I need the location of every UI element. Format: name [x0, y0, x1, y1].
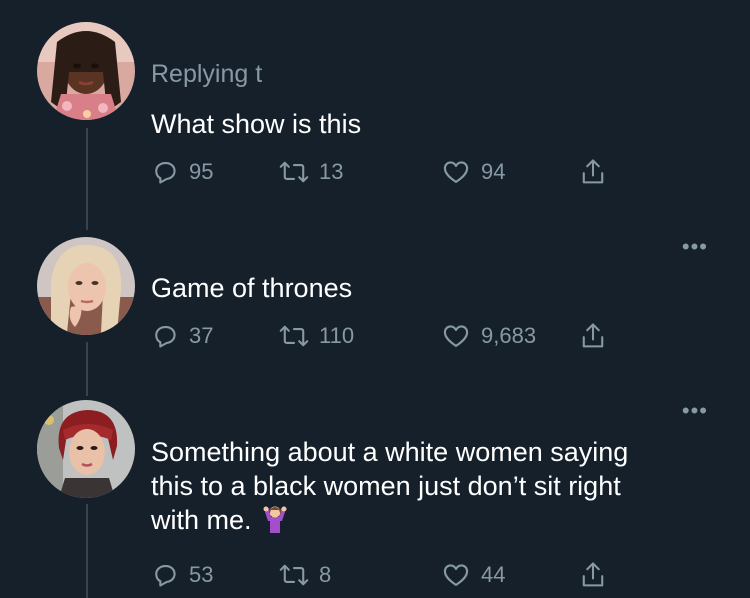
tweet-actions: 37 110 9,683 [151, 318, 631, 354]
avatar[interactable] [37, 400, 135, 498]
retweet-count: 13 [319, 159, 344, 184]
thread-line [86, 342, 88, 396]
reply-count: 53 [189, 562, 214, 587]
share-icon [579, 560, 607, 590]
reply-icon [151, 561, 179, 589]
heart-icon [441, 322, 471, 350]
retweet-icon [279, 158, 309, 186]
woman-shrugging-emoji [260, 503, 290, 541]
tweet-text: Something about a white women saying thi… [151, 435, 711, 541]
reply-icon [151, 322, 179, 350]
reply-button[interactable]: 95 [151, 154, 213, 190]
tweet-text: What show is this [151, 109, 362, 139]
heart-icon [441, 158, 471, 186]
reply-button[interactable]: 37 [151, 318, 213, 354]
avatar[interactable] [37, 22, 135, 120]
more-options-button[interactable]: ••• [682, 400, 708, 422]
avatar[interactable] [37, 237, 135, 335]
tweet-text-line: Something about a white women saying [151, 437, 629, 467]
reply-icon [151, 158, 179, 186]
heart-icon [441, 561, 471, 589]
reply-count: 95 [189, 159, 214, 184]
reply-count: 37 [189, 323, 214, 348]
tweet-text-line: this to a black women just don’t sit rig… [151, 471, 621, 501]
share-button[interactable] [579, 154, 607, 190]
share-button[interactable] [579, 318, 607, 354]
tweet-text-line-last: with me. [151, 503, 711, 541]
like-count: 44 [481, 562, 506, 587]
retweet-button[interactable]: 8 [279, 557, 331, 593]
retweet-icon [279, 561, 309, 589]
share-icon [579, 157, 607, 187]
like-button[interactable]: 9,683 [441, 318, 536, 354]
retweet-count: 110 [319, 323, 355, 348]
retweet-icon [279, 322, 309, 350]
replying-to-label: Replying t [151, 60, 263, 88]
retweet-button[interactable]: 13 [279, 154, 343, 190]
tweet-actions: 95 13 94 [151, 154, 631, 190]
tweet-text: Game of thrones [151, 273, 353, 303]
like-button[interactable]: 94 [441, 154, 505, 190]
reply-button[interactable]: 53 [151, 557, 213, 593]
thread-line [86, 128, 88, 230]
share-button[interactable] [579, 557, 607, 593]
more-options-button[interactable]: ••• [682, 236, 708, 258]
retweet-count: 8 [319, 562, 332, 587]
share-icon [579, 321, 607, 351]
thread-line [86, 504, 88, 598]
tweet-actions: 53 8 44 [151, 557, 631, 593]
like-count: 94 [481, 159, 506, 184]
retweet-button[interactable]: 110 [279, 318, 354, 354]
like-count: 9,683 [481, 323, 537, 348]
like-button[interactable]: 44 [441, 557, 505, 593]
tweet-text-line: with me. [151, 505, 252, 535]
